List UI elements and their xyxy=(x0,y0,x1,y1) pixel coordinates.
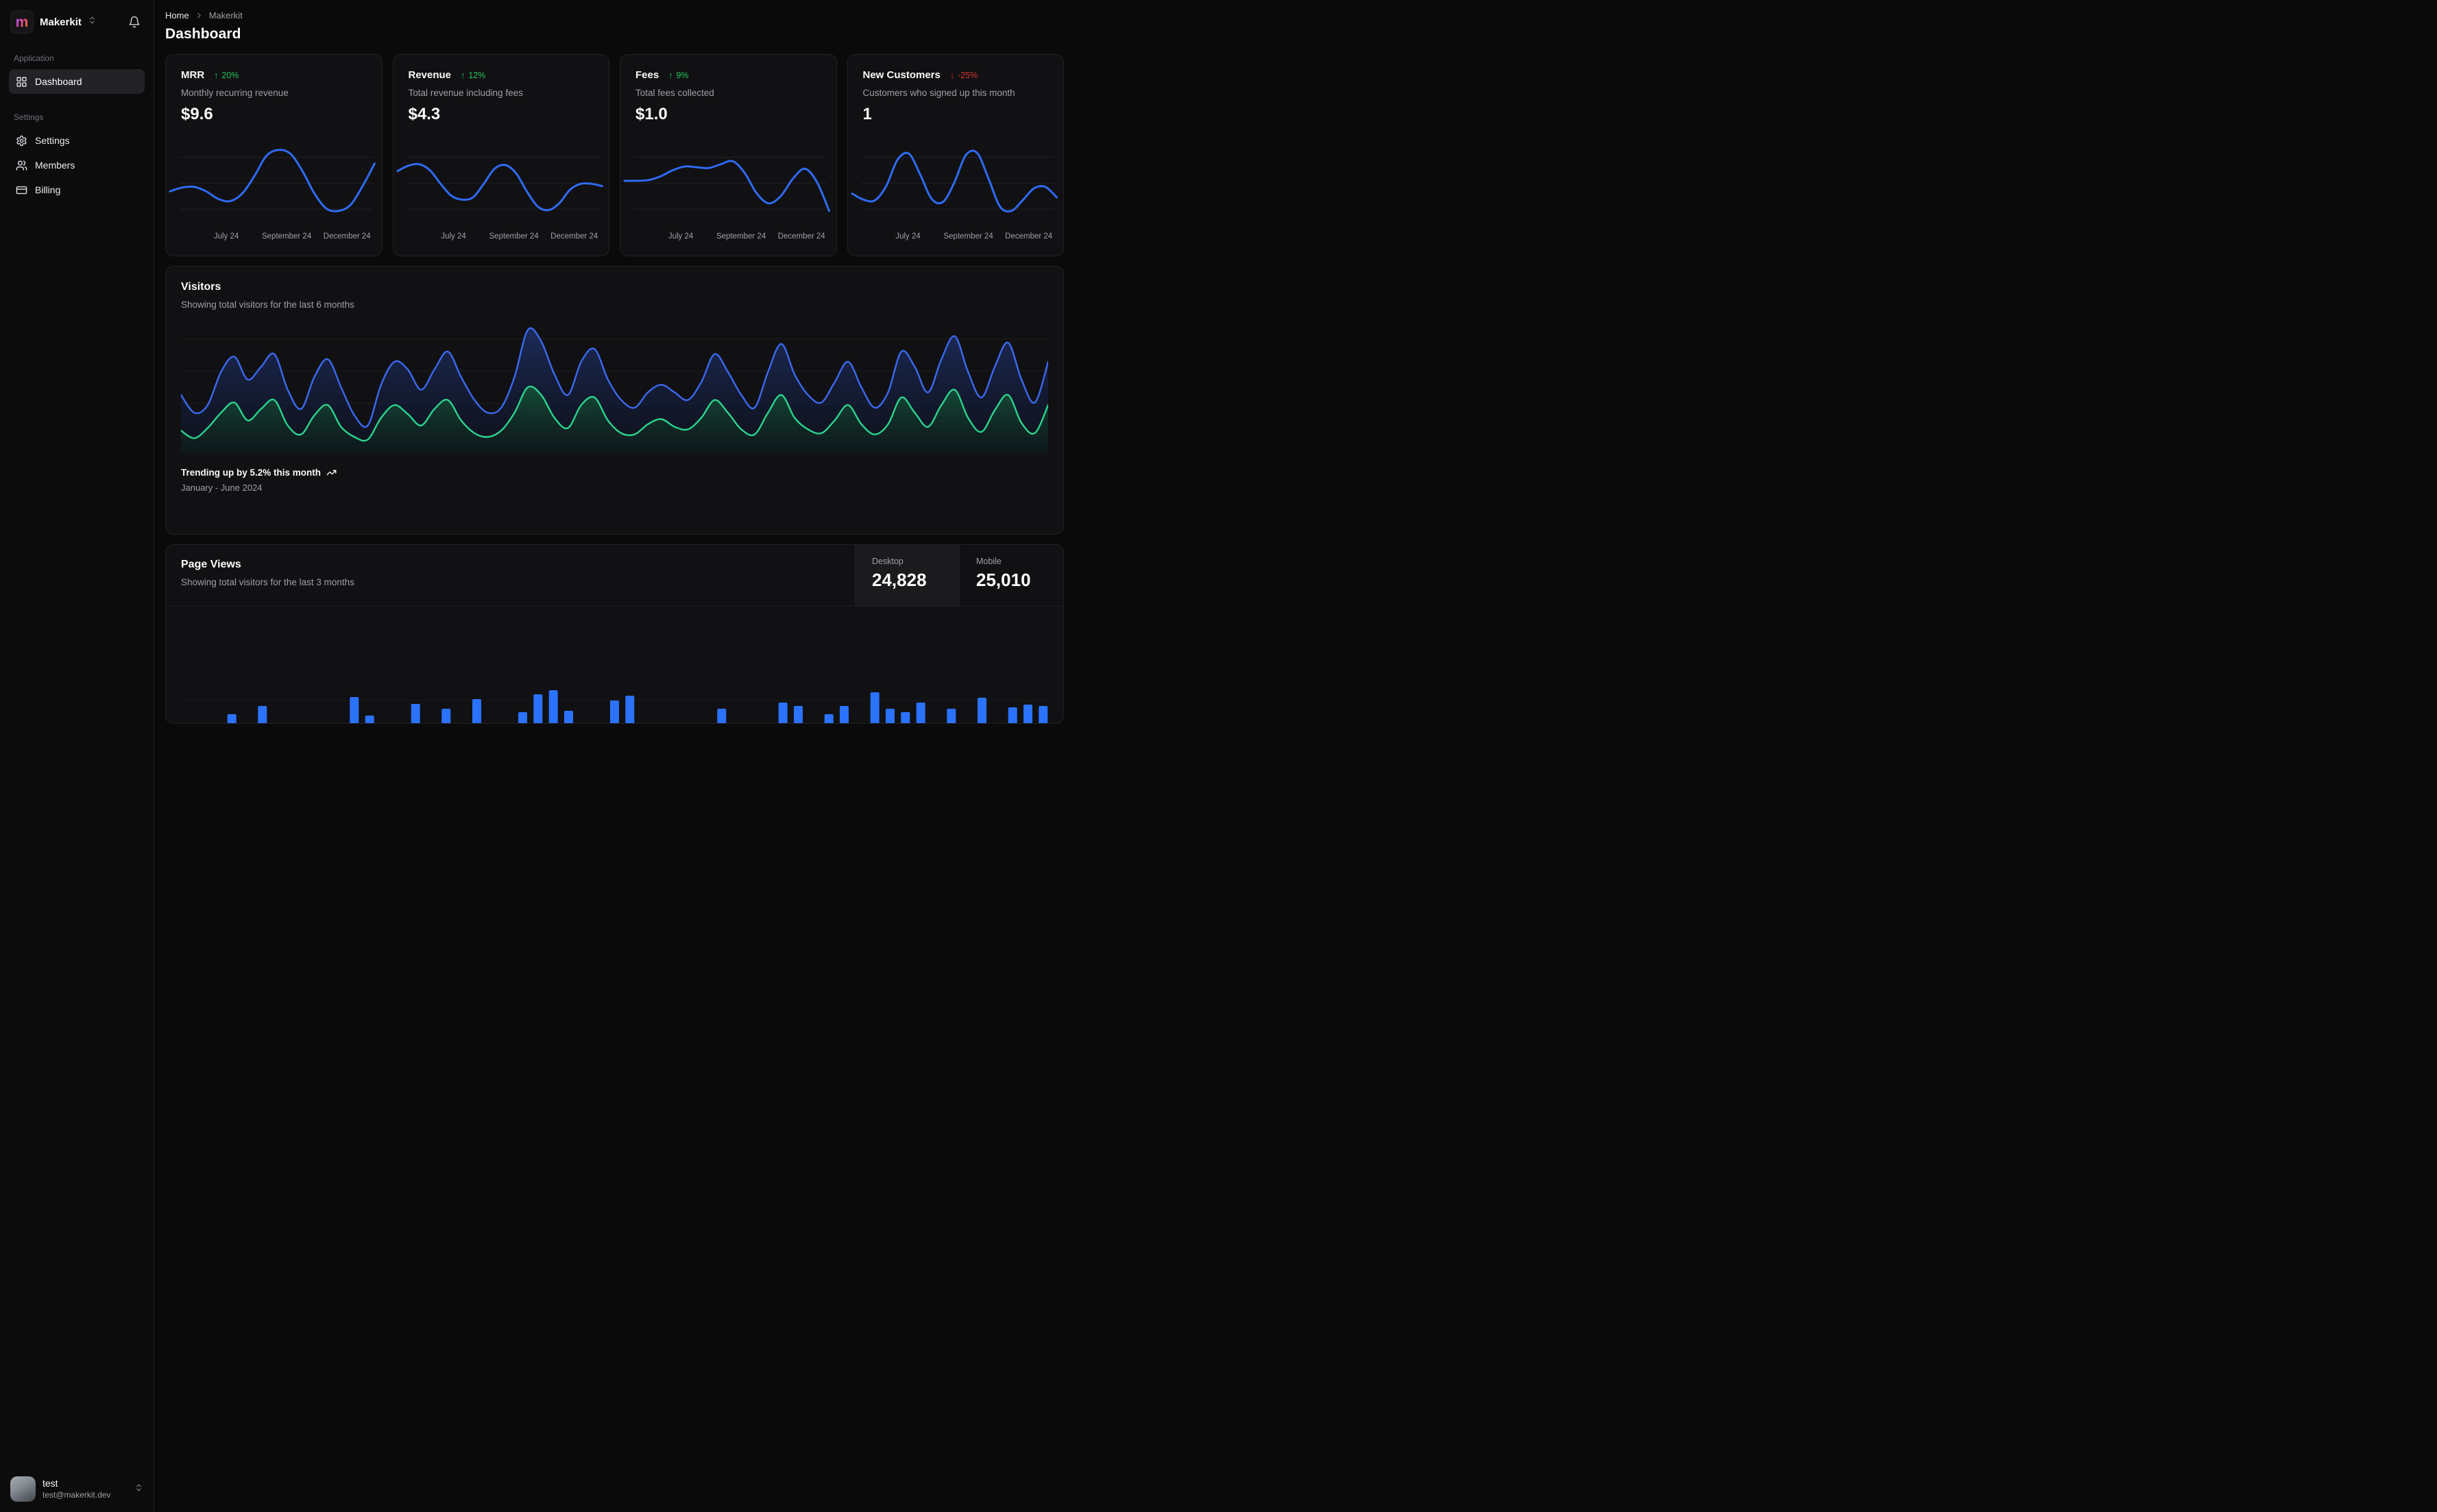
chevron-right-icon xyxy=(195,11,204,20)
trend-badge: ↓ -25% xyxy=(950,71,978,80)
breadcrumb-home-link[interactable]: Home xyxy=(165,10,189,21)
x-tick: July 24 xyxy=(895,232,921,241)
gear-icon xyxy=(16,135,27,146)
mrr-sparkline-chart xyxy=(169,141,376,224)
stat-value: 1 xyxy=(862,105,872,123)
sidebar-item-label: Dashboard xyxy=(35,76,82,87)
stat-value: 25,010 xyxy=(976,570,1031,590)
sidebar-item-label: Settings xyxy=(35,135,70,146)
fees-sparkline-chart xyxy=(623,141,830,224)
toggle-desktop[interactable]: Desktop 24,828 xyxy=(855,545,959,606)
section-label-settings: Settings xyxy=(14,112,44,122)
x-tick: December 24 xyxy=(550,232,598,241)
visitors-subtitle: Showing total visitors for the last 6 mo… xyxy=(181,300,354,310)
user-menu[interactable]: test test@makerkit.dev xyxy=(0,1467,154,1512)
x-axis-ticks: July 24 September 24 December 24 xyxy=(620,232,836,242)
chevrons-up-down-icon xyxy=(88,16,97,28)
logo-letter: m xyxy=(15,14,29,30)
breadcrumb: Home Makerkit xyxy=(165,10,1064,21)
trend-arrow-icon: ↑ xyxy=(214,70,219,80)
trend-badge: ↑ 12% xyxy=(461,71,485,80)
stat-subtitle: Total fees collected xyxy=(635,88,714,98)
x-tick: July 24 xyxy=(668,232,694,241)
x-tick: September 24 xyxy=(943,232,993,241)
trend-badge: ↑ 20% xyxy=(214,71,239,80)
main-content: Home Makerkit Dashboard MRR ↑ 20% Monthl… xyxy=(155,0,1075,724)
sidebar-item-dashboard[interactable]: Dashboard xyxy=(9,69,145,94)
x-tick: September 24 xyxy=(261,232,312,241)
avatar xyxy=(10,1476,36,1502)
x-tick: July 24 xyxy=(441,232,466,241)
visitors-title: Visitors xyxy=(181,281,221,293)
sidebar-item-label: Billing xyxy=(35,184,61,195)
x-tick: December 24 xyxy=(323,232,371,241)
stat-card-new-customers: New Customers ↓ -25% Customers who signe… xyxy=(847,54,1064,256)
trend-change: 9% xyxy=(676,70,689,80)
sidebar-item-label: Members xyxy=(35,160,75,171)
stat-label: Mobile xyxy=(976,557,1002,566)
stat-card-mrr: MRR ↑ 20% Monthly recurring revenue $9.6… xyxy=(165,54,383,256)
visitors-footer-text: Trending up by 5.2% this month xyxy=(181,467,322,478)
trend-badge: ↑ 9% xyxy=(668,71,688,80)
visitors-area-chart xyxy=(181,320,1048,454)
x-tick: December 24 xyxy=(1005,232,1053,241)
breadcrumb-current: Makerkit xyxy=(208,10,243,21)
visitors-date-range: January - June 2024 xyxy=(181,483,263,493)
sidebar-item-settings[interactable]: Settings xyxy=(9,128,145,153)
x-tick: July 24 xyxy=(213,232,239,241)
page-views-subtitle: Showing total visitors for the last 3 mo… xyxy=(181,577,354,587)
stat-title: Revenue xyxy=(408,69,452,81)
page-views-title: Page Views xyxy=(181,559,241,570)
stat-subtitle: Customers who signed up this month xyxy=(862,88,1015,98)
stat-value: 24,828 xyxy=(872,570,927,590)
user-email: test@makerkit.dev xyxy=(43,1489,111,1500)
x-axis-ticks: July 24 September 24 December 24 xyxy=(393,232,609,242)
x-tick: September 24 xyxy=(716,232,766,241)
credit-card-icon xyxy=(16,186,27,194)
sidebar: m Makerkit Application Dashboard Setting… xyxy=(0,0,154,1512)
x-tick: December 24 xyxy=(777,232,825,241)
section-label-application: Application xyxy=(14,53,54,63)
page-views-bar-chart xyxy=(178,651,1051,723)
x-axis-ticks: July 24 September 24 December 24 xyxy=(166,232,382,242)
x-axis-ticks: July 24 September 24 December 24 xyxy=(848,232,1064,242)
stat-subtitle: Total revenue including fees xyxy=(408,88,523,98)
notifications-button[interactable] xyxy=(125,13,143,31)
stat-value: $9.6 xyxy=(181,105,213,123)
stat-cards-row: MRR ↑ 20% Monthly recurring revenue $9.6… xyxy=(165,54,1064,256)
stat-title: New Customers xyxy=(862,69,941,81)
new-customers-sparkline-chart xyxy=(851,141,1058,224)
stat-value: $4.3 xyxy=(408,105,441,123)
trend-change: 20% xyxy=(221,70,239,80)
workspace-name: Makerkit xyxy=(40,16,82,28)
page-title: Dashboard xyxy=(165,26,241,42)
stat-title: Fees xyxy=(635,69,659,81)
bell-icon xyxy=(129,16,140,28)
layout-grid-icon xyxy=(16,76,27,87)
sidebar-item-billing[interactable]: Billing xyxy=(9,178,145,202)
revenue-sparkline-chart xyxy=(396,141,603,224)
stat-title: MRR xyxy=(181,69,205,81)
chevrons-up-down-icon xyxy=(134,1483,143,1496)
trend-change: -25% xyxy=(958,70,978,80)
page-views-panel: Page Views Showing total visitors for th… xyxy=(165,544,1064,724)
visitors-panel: Visitors Showing total visitors for the … xyxy=(165,266,1064,535)
user-name: test xyxy=(43,1478,58,1489)
stat-label: Desktop xyxy=(872,557,904,566)
stat-value: $1.0 xyxy=(635,105,668,123)
stat-card-fees: Fees ↑ 9% Total fees collected $1.0 July… xyxy=(620,54,837,256)
trend-arrow-icon: ↓ xyxy=(949,70,955,80)
x-tick: September 24 xyxy=(489,232,539,241)
stat-subtitle: Monthly recurring revenue xyxy=(181,88,289,98)
trending-up-icon xyxy=(326,470,337,476)
trend-arrow-icon: ↑ xyxy=(668,70,673,80)
stat-card-revenue: Revenue ↑ 12% Total revenue including fe… xyxy=(392,54,609,256)
workspace-switcher[interactable]: m Makerkit xyxy=(9,9,145,35)
sidebar-item-members[interactable]: Members xyxy=(9,153,145,178)
makerkit-logo: m xyxy=(10,10,34,34)
users-icon xyxy=(16,160,27,171)
toggle-mobile[interactable]: Mobile 25,010 xyxy=(959,545,1063,606)
trend-change: 12% xyxy=(468,70,486,80)
trend-arrow-icon: ↑ xyxy=(461,70,465,80)
